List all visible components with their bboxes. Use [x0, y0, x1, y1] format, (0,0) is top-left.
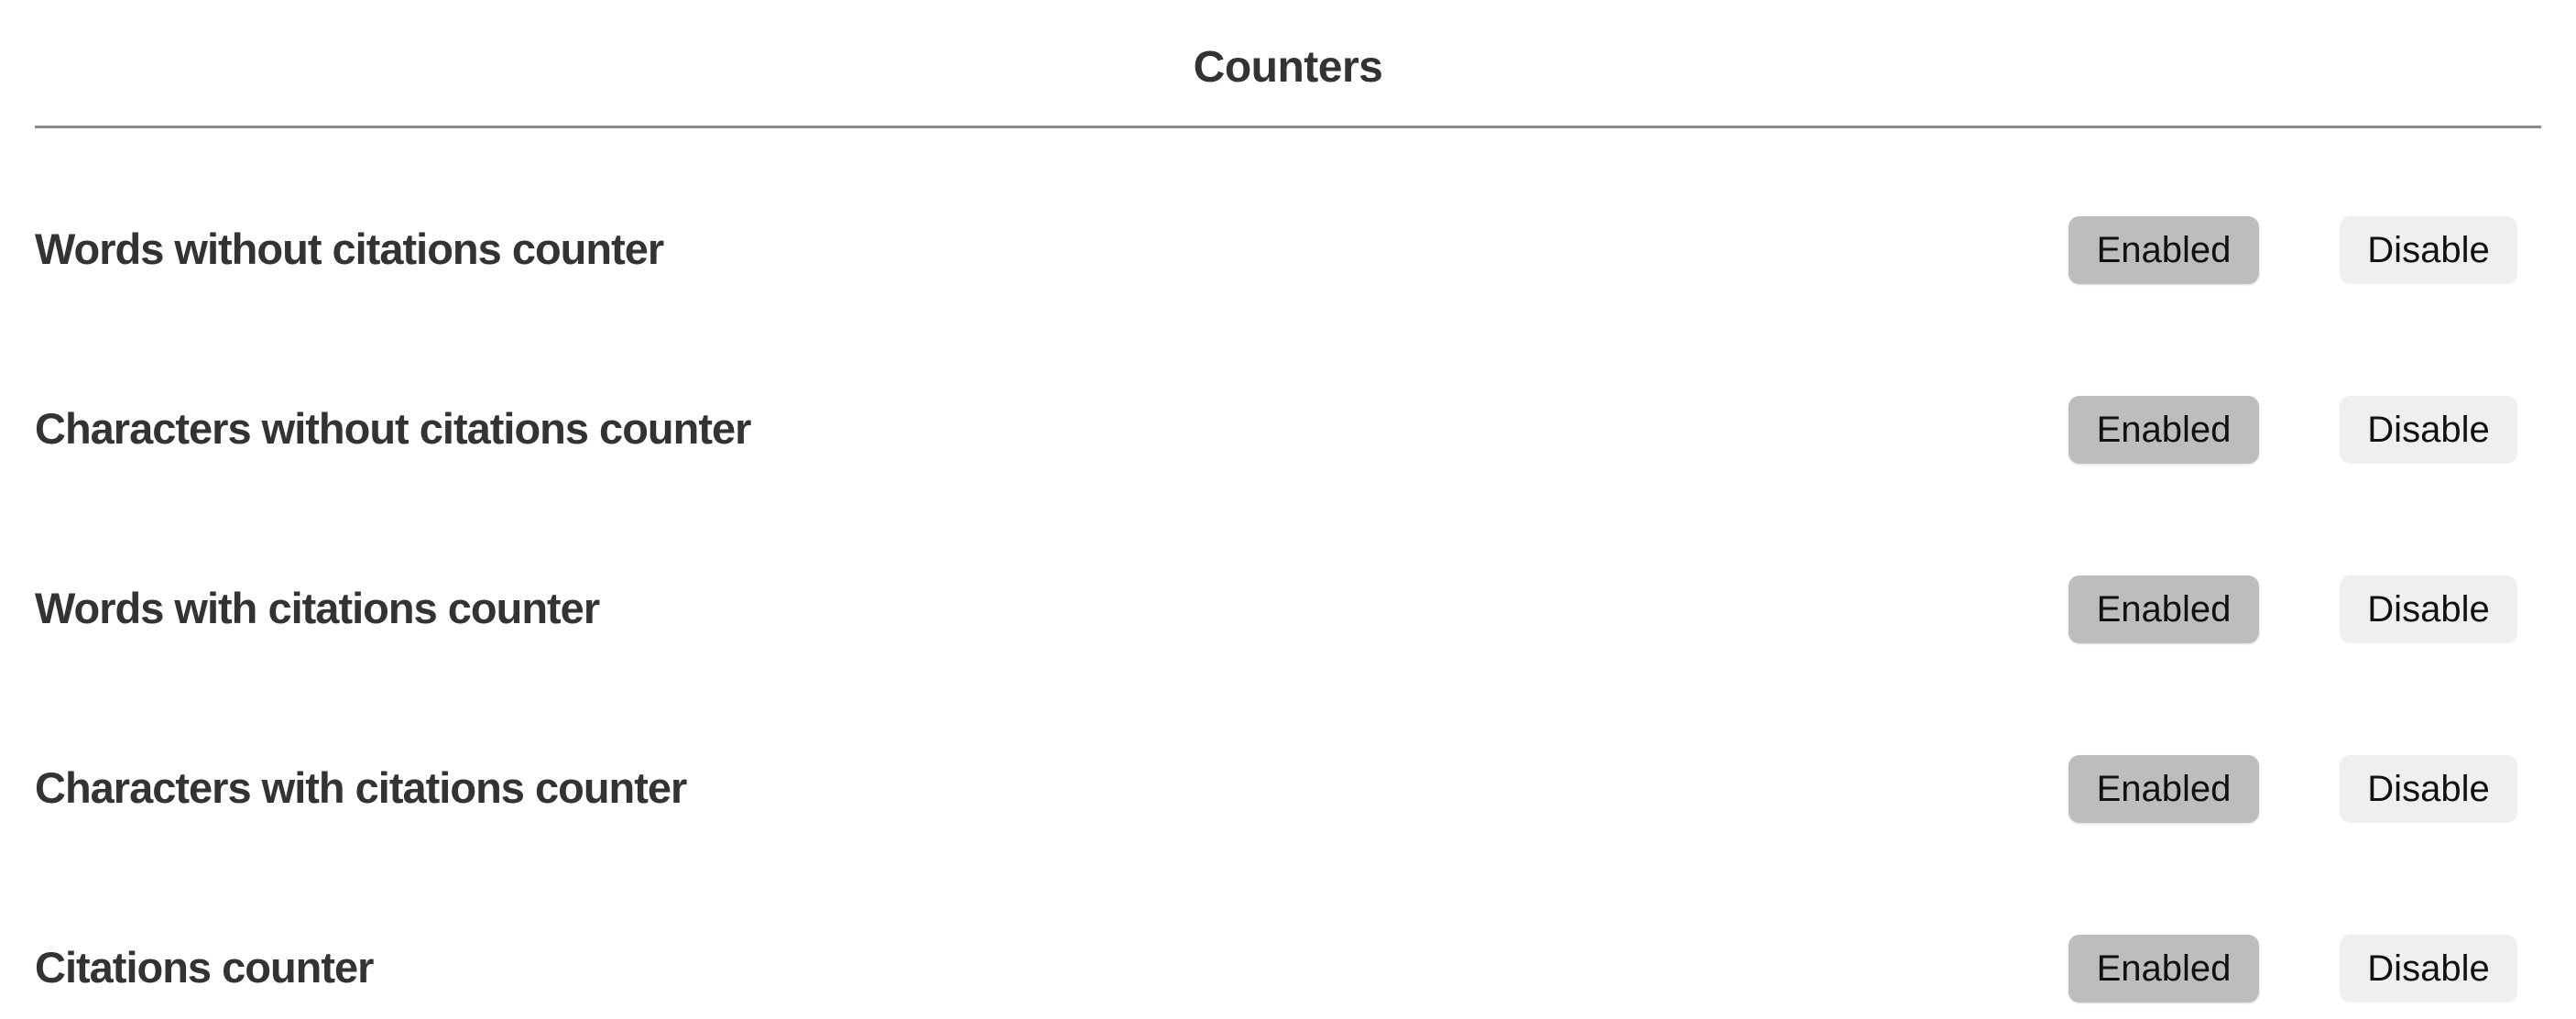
- counters-settings-page: Counters Words without citations counter…: [0, 0, 2576, 1019]
- counter-row-citations: Citations counter Enabled Disable: [35, 931, 2541, 1004]
- enabled-button[interactable]: Enabled: [2068, 935, 2259, 1003]
- page-title: Counters: [1193, 43, 1383, 92]
- enabled-button[interactable]: Enabled: [2068, 575, 2259, 643]
- counter-row-characters-with-citations: Characters with citations counter Enable…: [35, 751, 2541, 825]
- counter-label: Characters with citations counter: [35, 763, 687, 812]
- disable-button[interactable]: Disable: [2340, 216, 2517, 284]
- disable-button[interactable]: Disable: [2340, 575, 2517, 643]
- enabled-button[interactable]: Enabled: [2068, 396, 2259, 464]
- counter-label: Citations counter: [35, 943, 374, 992]
- counter-row-characters-without-citations: Characters without citations counter Ena…: [35, 392, 2541, 466]
- counter-label: Characters without citations counter: [35, 404, 751, 453]
- header: Counters: [35, 0, 2541, 128]
- enabled-button[interactable]: Enabled: [2068, 755, 2259, 823]
- disable-button[interactable]: Disable: [2340, 396, 2517, 464]
- disable-button[interactable]: Disable: [2340, 935, 2517, 1003]
- counter-label: Words with citations counter: [35, 584, 600, 632]
- disable-button[interactable]: Disable: [2340, 755, 2517, 823]
- counter-row-words-without-citations: Words without citations counter Enabled …: [35, 213, 2541, 286]
- counter-row-words-with-citations: Words with citations counter Enabled Dis…: [35, 572, 2541, 645]
- enabled-button[interactable]: Enabled: [2068, 216, 2259, 284]
- counter-label: Words without citations counter: [35, 225, 664, 273]
